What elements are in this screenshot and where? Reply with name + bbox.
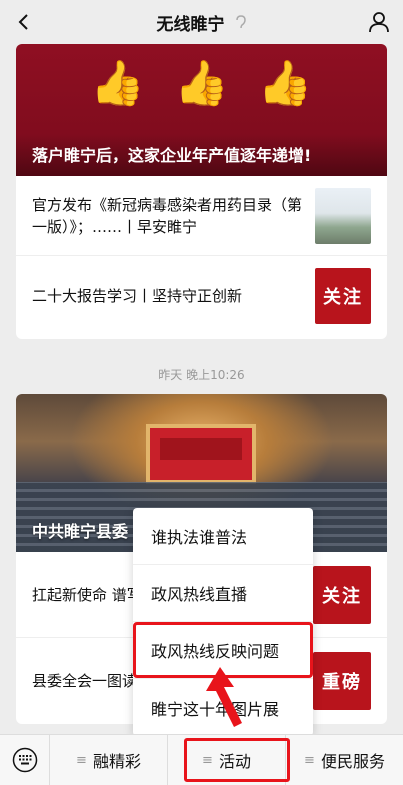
thumbs-up-icons: 👍 👍 👍 bbox=[90, 58, 313, 109]
thumbnail-image: 重磅 bbox=[313, 652, 371, 710]
stage-image bbox=[146, 424, 256, 484]
person-icon bbox=[369, 12, 389, 33]
page-title: 无线睢宁 bbox=[156, 14, 225, 35]
thumbnail-image bbox=[315, 188, 371, 244]
keyboard-icon bbox=[12, 747, 37, 773]
title-group: 无线睢宁 bbox=[157, 10, 247, 35]
chevron-left-icon bbox=[18, 14, 28, 30]
article-card-1: 👍 👍 👍 落户睢宁后，这家企业年产值逐年递增! 官方发布《新冠病毒感染者用药目录（… bbox=[16, 44, 387, 339]
top-nav-bar: 无线睢宁 bbox=[0, 0, 403, 44]
list-item[interactable]: 二十大报告学习丨坚持守正创新 关注 bbox=[16, 256, 387, 336]
hero-caption: 中共睢宁县委 bbox=[32, 522, 129, 541]
menu-lines-icon: ≡ bbox=[76, 752, 87, 768]
keyboard-button[interactable] bbox=[0, 734, 50, 785]
tab-rongjingcai[interactable]: ≡ 融精彩 bbox=[50, 734, 168, 785]
profile-button[interactable] bbox=[365, 8, 393, 36]
timestamp: 昨天 晚上10:26 bbox=[158, 368, 245, 382]
tab-label: 便民服务 bbox=[320, 752, 385, 771]
menu-item[interactable]: 政风热线直播 bbox=[133, 565, 313, 622]
tab-label: 融精彩 bbox=[92, 752, 141, 771]
arrow-icon bbox=[206, 667, 242, 727]
hero-caption: 落户睢宁后，这家企业年产值逐年递增! bbox=[16, 134, 387, 176]
thumbnail-image: 关注 bbox=[315, 268, 371, 324]
hero-banner[interactable]: 👍 👍 👍 落户睢宁后，这家企业年产值逐年递增! bbox=[16, 44, 387, 176]
tab-highlight-box bbox=[184, 738, 290, 782]
list-item-title: 官方发布《新冠病毒感染者用药目录（第一版）》；……丨早安睢宁 bbox=[32, 195, 303, 236]
back-button[interactable] bbox=[10, 8, 38, 36]
list-item-title: 二十大报告学习丨坚持守正创新 bbox=[32, 287, 243, 305]
list-item[interactable]: 官方发布《新冠病毒感染者用药目录（第一版）》；……丨早安睢宁 bbox=[16, 176, 387, 256]
tab-bianmin-fuwu[interactable]: ≡ 便民服务 bbox=[286, 735, 403, 785]
menu-item[interactable]: 谁执法谁普法 bbox=[133, 508, 313, 565]
ear-icon bbox=[235, 15, 246, 29]
thumbnail-image: 关注 bbox=[313, 566, 371, 624]
menu-lines-icon: ≡ bbox=[304, 752, 315, 768]
